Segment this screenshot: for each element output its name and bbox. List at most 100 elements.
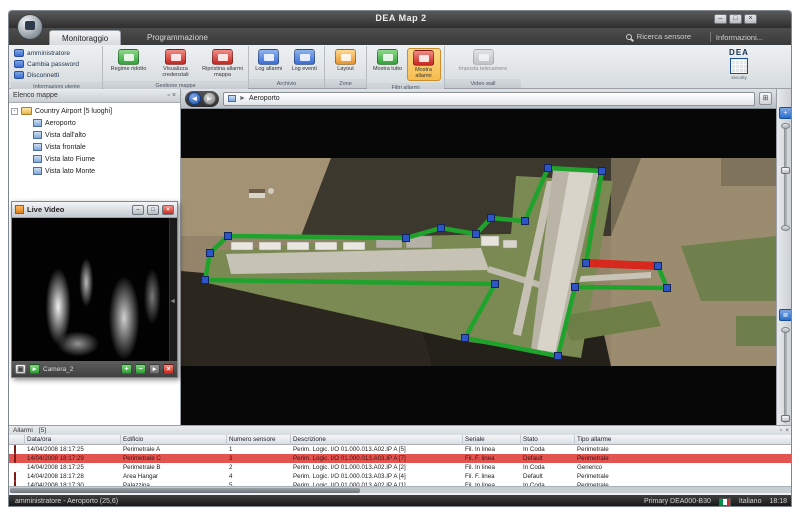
app-logo-icon <box>25 21 35 30</box>
layout-button[interactable]: Layout <box>329 48 363 73</box>
tree-root[interactable]: - Country Airport [5 luoghi] <box>11 105 177 117</box>
minimize-button[interactable]: – <box>132 205 144 215</box>
view-credentials-button[interactable]: Visualizza credenziali <box>153 48 198 79</box>
info-link[interactable]: Informazioni... <box>710 32 763 42</box>
tree-item-aeroporto[interactable]: Aeroporto <box>33 117 177 129</box>
close-button[interactable]: × <box>744 14 757 24</box>
alarm-icon <box>14 454 16 463</box>
zoom-out-button[interactable]: − <box>135 364 146 374</box>
layout-icon <box>335 49 356 65</box>
alarms-column-headers[interactable]: Data/ora Edificio Numero sensore Descriz… <box>9 435 792 445</box>
map-expand-button[interactable]: ⊞ <box>759 92 772 105</box>
nav-button-pill: ◄ ► <box>185 91 219 107</box>
tree-item-vista-alto[interactable]: Vista dall'alto <box>33 129 177 141</box>
change-password-item[interactable]: Cambia password <box>14 59 79 69</box>
live-video-titlebar[interactable]: Live Video – □ × <box>12 202 177 218</box>
video-icon <box>15 205 24 214</box>
alarm-person-icon <box>14 445 16 454</box>
live-video-feed[interactable] <box>12 218 177 361</box>
alarm-segment[interactable] <box>586 263 658 266</box>
dea-logo-sub: security <box>711 75 767 80</box>
maps-tree: - Country Airport [5 luoghi] Aeroporto V… <box>11 105 177 177</box>
back-button[interactable]: ◄ <box>188 92 201 105</box>
tree-item-vista-fiume[interactable]: Vista lato Fiume <box>33 153 177 165</box>
tab-monitoraggio[interactable]: Monitoraggio <box>49 30 121 45</box>
pin-icon[interactable]: ▫ <box>167 89 169 103</box>
zoom-slider-top-cap[interactable] <box>781 123 790 129</box>
layer-slider-track[interactable] <box>784 331 787 423</box>
restore-button[interactable]: □ <box>147 205 159 215</box>
show-alarms-icon <box>413 50 434 66</box>
alarm-row-selected[interactable]: 14/04/2008 18:17:29Perimetrale C3 Perim.… <box>9 454 792 463</box>
zoom-slider-bottom-cap[interactable] <box>781 225 790 231</box>
close-icon[interactable]: × <box>785 427 789 434</box>
title-bar: DEA Map 2 – □ × <box>9 11 792 28</box>
aerial-map-view[interactable] <box>181 109 776 425</box>
zoom-in-button[interactable]: + <box>121 364 132 374</box>
scrollbar-thumb[interactable] <box>10 488 360 493</box>
forward-button[interactable]: ► <box>203 92 216 105</box>
alarm-row[interactable]: 14/04/2008 18:17:28Area Hangar4 Perim. L… <box>9 472 792 481</box>
warning-triangle-icon <box>14 464 22 472</box>
ribbon-group-filters: Mostra tutto Mostra allarmi Filtri allar… <box>367 46 445 88</box>
live-video-panel: Live Video – □ × ◄ ▣ ▸ Camera_2 + − ▸ × <box>11 201 178 378</box>
play-button[interactable]: ▸ <box>29 364 40 374</box>
alarm-row[interactable]: 14/04/2008 18:17:25Perimetrale A1 Perim.… <box>9 445 792 454</box>
show-alarms-button[interactable]: Mostra allarmi <box>407 48 441 81</box>
expander-icon[interactable]: - <box>11 108 18 115</box>
dea-logo: DEA security <box>711 48 767 80</box>
tree-item-vista-monte[interactable]: Vista lato Monte <box>33 165 177 177</box>
minimize-button[interactable]: – <box>714 14 727 24</box>
map-breadcrumb-bar[interactable]: ► Aeroporto <box>223 92 755 106</box>
layer-tool-button[interactable]: ≣ <box>779 309 792 321</box>
user-icon <box>14 49 24 57</box>
alarm-row[interactable]: 14/04/2008 18:17:25Perimetrale B2 Perim.… <box>9 463 792 472</box>
map-icon <box>33 143 42 151</box>
tab-programmazione[interactable]: Programmazione <box>135 30 220 45</box>
map-nav-bar: ◄ ► ► Aeroporto ⊞ <box>181 89 776 109</box>
snapshot-button[interactable]: ▣ <box>15 364 26 374</box>
ribbon: amministratore Cambia password Disconnet… <box>9 45 792 89</box>
status-language[interactable]: Italiano <box>739 498 762 505</box>
stop-button[interactable]: × <box>163 364 174 374</box>
show-all-button[interactable]: Mostra tutto <box>371 48 405 73</box>
pin-icon[interactable]: ▫ <box>780 427 782 434</box>
close-icon[interactable]: × <box>172 89 176 103</box>
layer-slider-handle[interactable] <box>781 415 790 422</box>
group-label-videowall: Video wall <box>445 79 521 88</box>
map-icon <box>33 131 42 139</box>
map-icon <box>33 119 42 127</box>
step-button[interactable]: ▸ <box>149 364 160 374</box>
zoom-slider-track[interactable] <box>784 127 787 227</box>
home-icon <box>118 49 139 65</box>
status-bar: amministratore - Aeroporto (25,6) Primar… <box>9 495 792 507</box>
collapse-arrow-icon: ◄ <box>169 298 176 305</box>
dea-logo-icon <box>730 58 748 74</box>
layer-slider-top-cap[interactable] <box>781 327 790 333</box>
alarms-title: Allarmi <box>13 427 33 434</box>
tree-panel-title: Elenco mappe <box>13 89 58 103</box>
reset-alarms-icon <box>212 49 233 65</box>
app-menu-orb[interactable] <box>17 14 43 40</box>
close-button[interactable]: × <box>162 205 174 215</box>
horizontal-scrollbar[interactable] <box>9 486 792 493</box>
zoom-tool-button[interactable]: + <box>779 107 792 119</box>
user-administrator-item[interactable]: amministratore <box>14 48 70 58</box>
video-scrollbar[interactable]: ◄ <box>169 218 177 361</box>
log-alarms-button[interactable]: Log allarmi <box>252 48 286 73</box>
maximize-button[interactable]: □ <box>729 14 742 24</box>
map-icon <box>33 155 42 163</box>
disconnect-item[interactable]: Disconnetti <box>14 70 59 80</box>
map-area: ◄ ► ► Aeroporto ⊞ <box>181 89 776 425</box>
search-sensor-link[interactable]: Ricerca sensore <box>626 32 691 41</box>
tree-item-vista-frontale[interactable]: Vista frontale <box>33 141 177 153</box>
zoom-slider-handle[interactable] <box>781 167 790 174</box>
monitor-icon <box>294 49 315 65</box>
ribbon-group-log: Log allarmi Log eventi Archivio <box>249 46 325 88</box>
reset-map-alarms-button[interactable]: Ripristina allarmi mappa <box>200 48 245 79</box>
credentials-icon <box>165 49 186 65</box>
key-icon <box>14 60 24 68</box>
setup-cameras-button[interactable]: Imposta telecamere <box>455 48 511 73</box>
log-events-button[interactable]: Log eventi <box>288 48 322 73</box>
reduced-mode-button[interactable]: Regime ridotto <box>106 48 151 73</box>
